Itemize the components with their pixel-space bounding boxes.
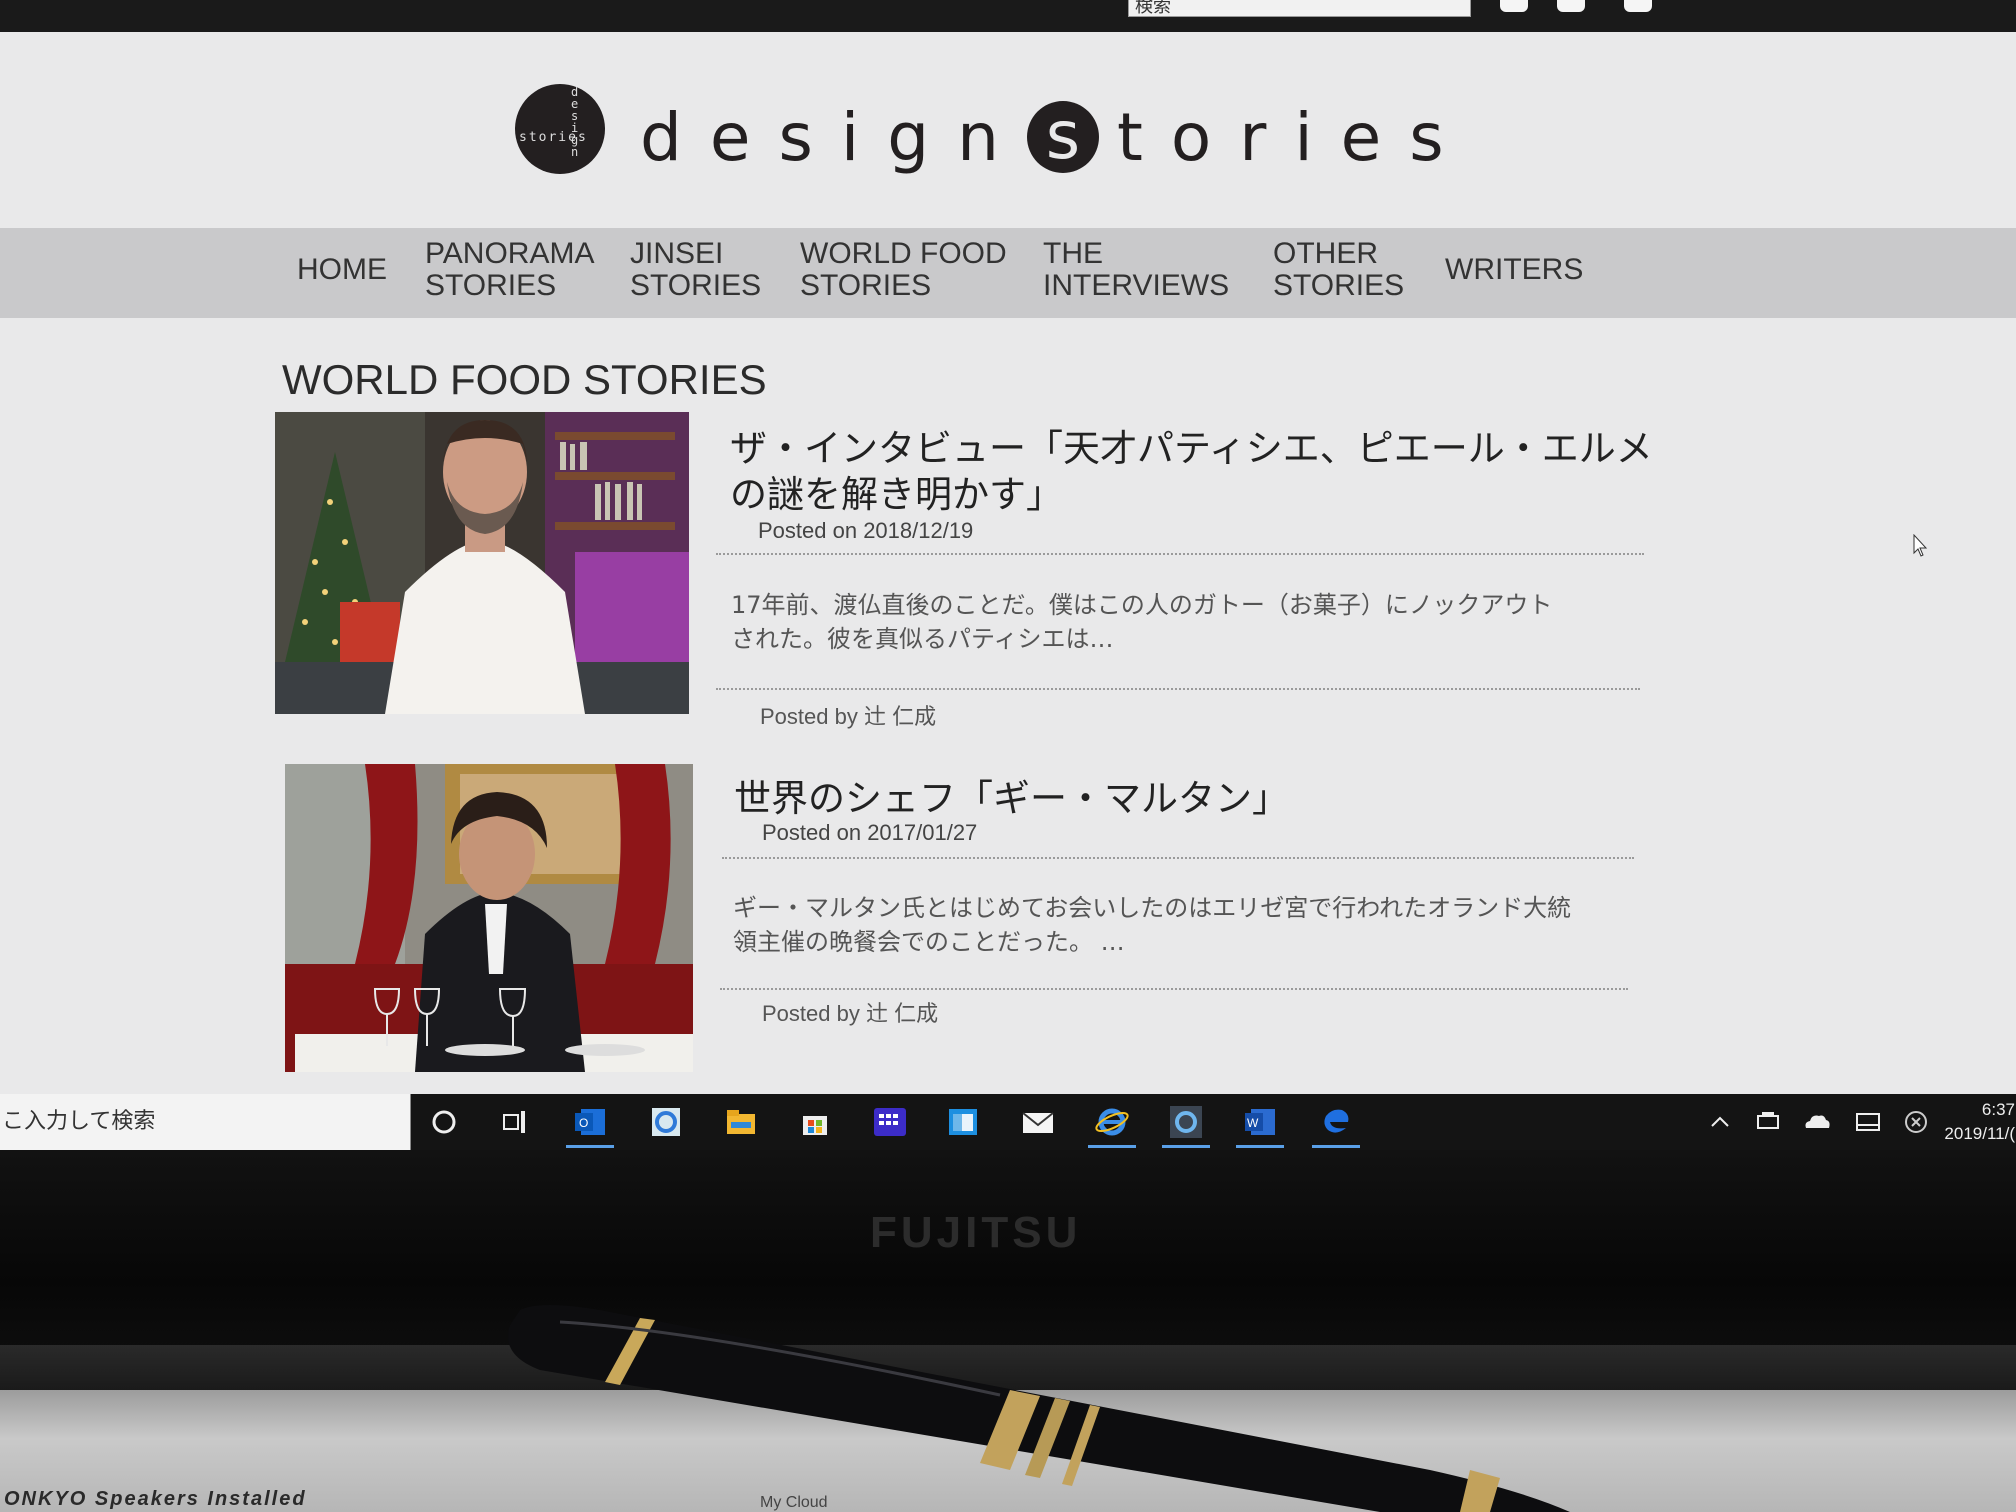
mail-icon[interactable] (1020, 1104, 1056, 1140)
excerpt-line: ギー・マルタン氏とはじめてお会いしたのはエリゼ宮で行われたオランド大統 (733, 894, 1572, 922)
nav-item-writers[interactable]: WRITERS (1445, 254, 1583, 286)
network-icon[interactable] (1754, 1108, 1782, 1136)
active-app-indicator (566, 1145, 614, 1148)
active-app-indicator (1088, 1145, 1136, 1148)
svg-text:W: W (1247, 1116, 1259, 1130)
active-app-indicator (1312, 1145, 1360, 1148)
laptop-bezel (0, 1150, 2016, 1370)
nav-item-other-stories[interactable]: OTHER STORIES (1273, 238, 1404, 302)
logo-mark-text-vertical: design (571, 85, 579, 159)
taskbar: こ入力して検索 O W 6:37 2019/11/( (0, 1094, 2016, 1150)
nav-item-label: PANORAMA (425, 237, 595, 270)
divider (722, 857, 1634, 859)
cortana-icon[interactable] (426, 1104, 462, 1140)
nav-item-label: INTERVIEWS (1043, 269, 1230, 302)
logo-text-tories: tories (1116, 98, 1472, 176)
ie-icon[interactable] (1162, 1104, 1210, 1148)
excerpt-line: 領主催の晩餐会でのことだった。 … (733, 928, 1125, 956)
speaker-label: ONKYO Speakers Installed (4, 1488, 307, 1510)
excerpt-line: 17年前、渡仏直後のことだ。僕はこの人のガトー（お菓子）にノックアウト (731, 591, 1553, 619)
mouse-cursor-icon (1913, 534, 1928, 557)
divider (720, 988, 1628, 990)
post-title-line: ザ・インタビュー「天才パティシエ、ピエール・エルメ (730, 427, 1653, 470)
ie-icon[interactable] (1088, 1104, 1136, 1148)
taskbar-clock[interactable]: 6:37 2019/11/( (1935, 1098, 2015, 1146)
tablet-icon[interactable] (1854, 1108, 1882, 1136)
instagram-icon[interactable] (1624, 0, 1652, 12)
nav-item-home[interactable]: HOME (297, 254, 387, 286)
active-app-indicator (1162, 1145, 1210, 1148)
close-circle-icon[interactable] (1902, 1108, 1930, 1136)
nav-item-label: JINSEI (630, 237, 724, 270)
nav-item-panorama-stories[interactable]: PANORAMA STORIES (425, 238, 594, 302)
nav-item-world-food-stories[interactable]: WORLD FOOD STORIES (800, 238, 1007, 302)
outlook-icon[interactable]: O (566, 1104, 614, 1148)
clock-time: 6:37 (1981, 1100, 2015, 1119)
nav-item-label: OTHER (1273, 237, 1378, 270)
post-author[interactable]: Posted by 辻 仁成 (760, 699, 936, 731)
logo-text-design: design (640, 98, 1027, 176)
laptop-brand-logo: FUJITSU (870, 1208, 1082, 1257)
twitter-icon[interactable] (1557, 0, 1585, 12)
nav-item-label: STORIES (800, 269, 932, 302)
facebook-icon[interactable] (1500, 0, 1528, 12)
nav-item-label: HOME (297, 253, 387, 286)
site-search-input[interactable]: 検索 (1128, 0, 1471, 17)
nav-item-label: THE (1043, 237, 1103, 270)
post-title-line: の謎を解き明かす」 (730, 473, 1063, 516)
post-thumbnail[interactable] (285, 764, 693, 1072)
post-thumbnail[interactable] (275, 412, 689, 714)
post-author[interactable]: Posted by 辻 仁成 (762, 996, 938, 1028)
svg-text:O: O (579, 1116, 588, 1130)
taskbar-search-input[interactable]: こ入力して検索 (0, 1094, 411, 1150)
browser-top-strip (0, 0, 2016, 32)
page-title: WORLD FOOD STORIES (282, 356, 767, 403)
nav-item-label: WRITERS (1445, 253, 1584, 286)
post-title[interactable]: 世界のシェフ「ギー・マルタン」 (734, 776, 1664, 822)
post-title[interactable]: ザ・インタビュー「天才パティシエ、ピエール・エルメ の謎を解き明かす」 (730, 426, 1660, 518)
browser-screen: 検索 stories design design s tories HOME P… (0, 0, 2016, 1150)
store-icon[interactable] (797, 1104, 833, 1140)
post-excerpt: 17年前、渡仏直後のことだ。僕はこの人のガトー（お菓子）にノックアウト された。… (731, 588, 1631, 656)
file-explorer-icon[interactable] (723, 1104, 759, 1140)
ie-icon[interactable] (648, 1104, 684, 1140)
divider (716, 688, 1640, 690)
post-date: Posted on 2017/01/27 (762, 820, 978, 845)
window-app-icon[interactable] (945, 1104, 981, 1140)
post-excerpt: ギー・マルタン氏とはじめてお会いしたのはエリゼ宮で行われたオランド大統 領主催の… (733, 891, 1633, 959)
excerpt-line: された。彼を真似るパティシエは… (731, 625, 1114, 653)
clock-date: 2019/11/( (1944, 1124, 2015, 1143)
divider (716, 553, 1644, 555)
logo-mark[interactable]: stories design (515, 84, 605, 174)
chevron-up-icon[interactable] (1706, 1108, 1734, 1136)
portrait-photo (275, 412, 689, 714)
post-date: Posted on 2018/12/19 (758, 518, 974, 543)
portrait-photo (285, 764, 693, 1072)
nav-item-the-interviews[interactable]: THE INTERVIEWS (1043, 238, 1229, 302)
task-view-icon[interactable] (497, 1104, 533, 1140)
post-title-line: 世界のシェフ「ギー・マルタン」 (734, 777, 1289, 820)
onedrive-icon[interactable] (1802, 1108, 1830, 1136)
nav-item-label: STORIES (630, 269, 762, 302)
nav-item-label: STORIES (425, 269, 557, 302)
logo-text-circled-s: s (1026, 101, 1099, 173)
main-nav: HOME PANORAMA STORIES JINSEI STORIES WOR… (0, 228, 2016, 318)
app-grid-icon[interactable] (872, 1104, 908, 1140)
site-logo[interactable]: design s tories (640, 92, 1472, 182)
nav-item-label: WORLD FOOD (800, 237, 1007, 270)
nav-item-label: STORIES (1273, 269, 1405, 302)
edge-icon[interactable] (1312, 1104, 1360, 1148)
word-icon[interactable]: W (1236, 1104, 1284, 1148)
cloud-label: My Cloud (760, 1494, 828, 1511)
active-app-indicator (1236, 1145, 1284, 1148)
nav-item-jinsei-stories[interactable]: JINSEI STORIES (630, 238, 761, 302)
